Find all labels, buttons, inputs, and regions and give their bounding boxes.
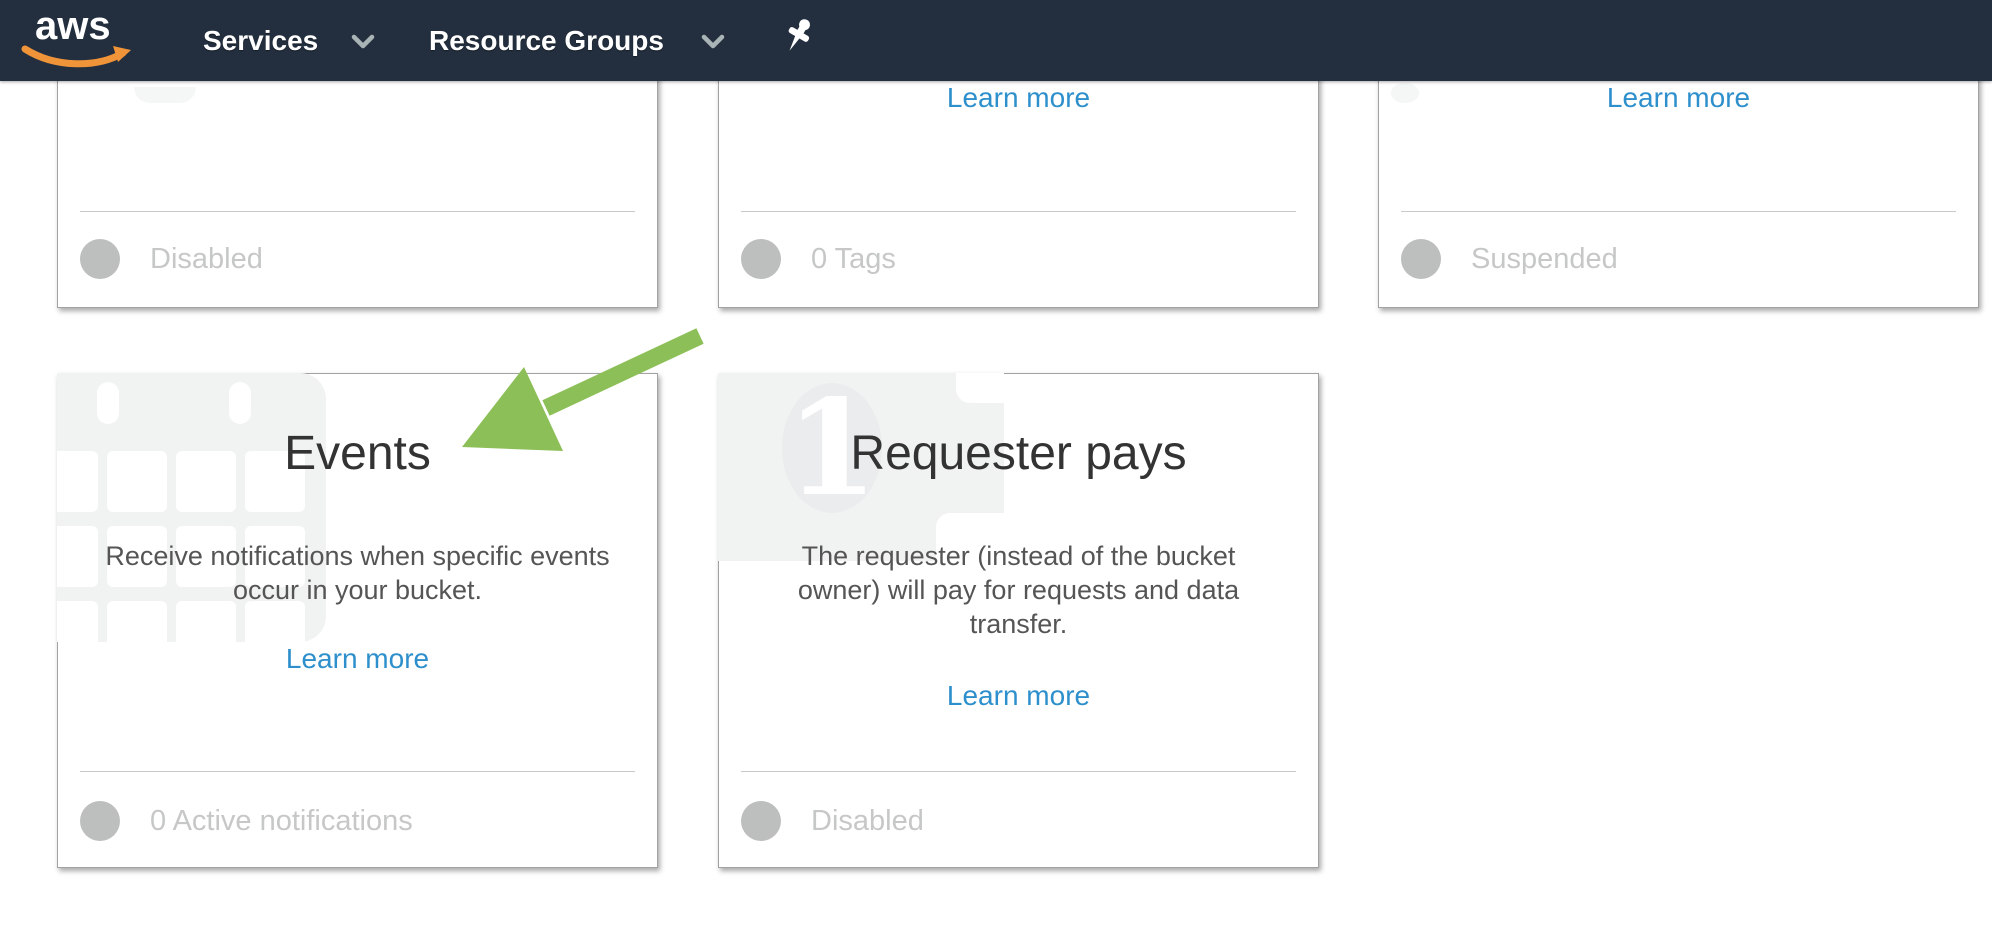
chevron-down-icon	[701, 33, 725, 51]
description-line: owner) will pay for requests and data	[719, 573, 1318, 607]
status-label: Suspended	[1471, 243, 1618, 276]
nav-services[interactable]: Services	[203, 0, 388, 81]
top-nav-bar: aws Services Resource Groups	[0, 0, 1992, 81]
faded-icon-remnant	[134, 87, 196, 103]
property-card-partial-disabled[interactable]: Disabled	[57, 58, 658, 308]
property-card-requester-pays[interactable]: 1 Requester pays The requester (instead …	[718, 373, 1319, 868]
card-divider	[741, 771, 1296, 772]
aws-logo-text: aws	[35, 4, 111, 49]
description-line: transfer.	[719, 607, 1318, 641]
property-card-events[interactable]: Events Receive notifications when specif…	[57, 373, 658, 868]
card-status-row: Suspended	[1401, 239, 1618, 279]
status-dot	[80, 801, 120, 841]
status-dot	[1401, 239, 1441, 279]
card-divider	[80, 211, 635, 212]
property-card-partial-suspended[interactable]: Learn more Suspended	[1378, 58, 1979, 308]
status-label: Disabled	[811, 805, 924, 838]
status-dot	[80, 239, 120, 279]
learn-more-link[interactable]: Learn more	[719, 681, 1318, 711]
card-description: Receive notifications when specific even…	[58, 539, 657, 607]
status-dot	[741, 239, 781, 279]
aws-logo[interactable]: aws	[35, 2, 145, 78]
card-status-row: 0 Active notifications	[80, 801, 413, 841]
card-divider	[80, 771, 635, 772]
property-card-partial-tags[interactable]: Learn more 0 Tags	[718, 58, 1319, 308]
aws-smile-icon	[19, 44, 135, 72]
aws-console-page: { "nav": { "logo_text": "aws", "services…	[0, 0, 1992, 952]
card-title: Events	[58, 426, 657, 482]
learn-more-link[interactable]: Learn more	[58, 644, 657, 674]
learn-more-link[interactable]: Learn more	[1379, 83, 1978, 113]
description-line: Receive notifications when specific even…	[58, 539, 657, 573]
description-line: The requester (instead of the bucket	[719, 539, 1318, 573]
status-label: Disabled	[150, 243, 263, 276]
card-divider	[1401, 211, 1956, 212]
description-line: occur in your bucket.	[58, 573, 657, 607]
status-label: 0 Active notifications	[150, 805, 413, 838]
nav-services-label: Services	[203, 25, 318, 57]
card-divider	[741, 211, 1296, 212]
card-description: The requester (instead of the bucket own…	[719, 539, 1318, 641]
status-dot	[741, 801, 781, 841]
nav-resource-groups[interactable]: Resource Groups	[429, 0, 719, 81]
card-status-row: Disabled	[741, 801, 924, 841]
nav-resource-groups-label: Resource Groups	[429, 25, 664, 57]
card-status-row: 0 Tags	[741, 239, 896, 279]
pushpin-icon	[774, 14, 822, 66]
learn-more-link[interactable]: Learn more	[719, 83, 1318, 113]
card-status-row: Disabled	[80, 239, 263, 279]
card-title: Requester pays	[719, 426, 1318, 482]
status-label: 0 Tags	[811, 243, 896, 276]
chevron-down-icon	[351, 33, 375, 51]
pin-favorites-button[interactable]	[774, 14, 822, 66]
